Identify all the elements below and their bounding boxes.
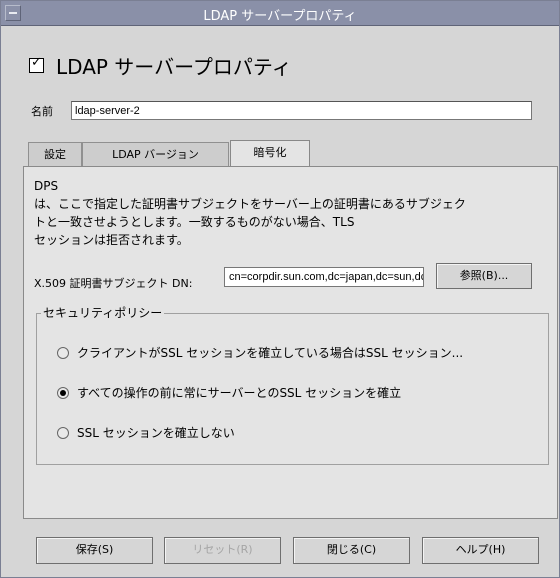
- radio-label: クライアントがSSL セッションを確立している場合はSSL セッション...: [77, 346, 464, 360]
- button-bar: 保存(S) リセット(R) 閉じる(C) ヘルプ(H): [1, 537, 559, 577]
- tab-settings[interactable]: 設定: [28, 142, 82, 166]
- save-button[interactable]: 保存(S): [36, 537, 153, 564]
- title-bar[interactable]: LDAP サーバープロパティ: [1, 1, 559, 26]
- header: LDAP サーバープロパティ: [29, 51, 292, 79]
- enable-checkbox[interactable]: [29, 55, 44, 73]
- security-policy-title: セキュリティポリシー: [41, 304, 165, 321]
- radio-button[interactable]: [57, 426, 69, 439]
- cert-subject-label: X.509 証明書サブジェクト DN:: [34, 277, 193, 290]
- description-text: DPS は、ここで指定した証明書サブジェクトをサーバー上の証明書にあるサブジェク…: [34, 179, 466, 247]
- tab-encryption[interactable]: 暗号化: [230, 140, 310, 167]
- window-title: LDAP サーバープロパティ: [203, 9, 357, 24]
- dialog-window: LDAP サーバープロパティ LDAP サーバープロパティ 名前 設定 LDAP…: [0, 0, 560, 578]
- radio-label: SSL セッションを確立しない: [77, 426, 235, 440]
- radio-option-no-ssl[interactable]: SSL セッションを確立しない: [57, 424, 235, 441]
- help-button[interactable]: ヘルプ(H): [422, 537, 539, 564]
- encryption-panel: DPS は、ここで指定した証明書サブジェクトをサーバー上の証明書にあるサブジェク…: [23, 166, 558, 519]
- security-policy-group: セキュリティポリシー クライアントがSSL セッションを確立している場合はSSL…: [36, 304, 549, 465]
- radio-option-client-ssl[interactable]: クライアントがSSL セッションを確立している場合はSSL セッション...: [57, 344, 463, 361]
- radio-button-selected[interactable]: [57, 386, 69, 399]
- radio-label: すべての操作の前に常にサーバーとのSSL セッションを確立: [77, 386, 402, 400]
- tab-ldap-version[interactable]: LDAP バージョン: [82, 142, 229, 166]
- name-row: 名前: [31, 101, 532, 120]
- name-label: 名前: [31, 104, 53, 118]
- cert-subject-input[interactable]: cn=corpdir.sun.com,dc=japan,dc=sun,dc=co…: [224, 267, 424, 287]
- radio-option-always-ssl[interactable]: すべての操作の前に常にサーバーとのSSL セッションを確立: [57, 384, 401, 401]
- close-button[interactable]: 閉じる(C): [293, 537, 410, 564]
- page-title: LDAP サーバープロパティ: [56, 54, 292, 79]
- radio-button[interactable]: [57, 346, 69, 359]
- name-input[interactable]: [71, 101, 532, 120]
- browse-button[interactable]: 参照(B)...: [436, 263, 532, 289]
- reset-button[interactable]: リセット(R): [164, 537, 281, 564]
